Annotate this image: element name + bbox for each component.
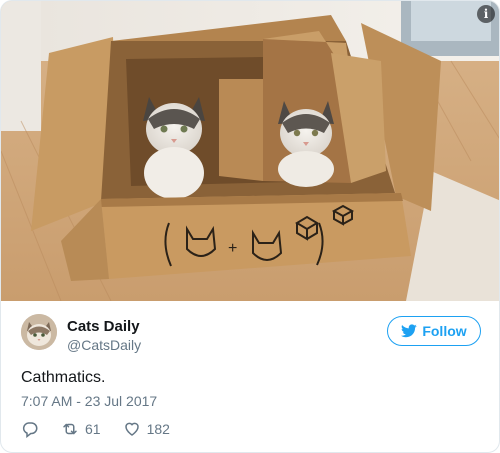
doodle-plus: +	[228, 240, 237, 257]
follow-label: Follow	[422, 323, 467, 339]
info-icon[interactable]: i	[477, 5, 495, 23]
reply-icon	[22, 422, 38, 438]
tweet-text: Cathmatics.	[21, 369, 106, 386]
tweet-timestamp[interactable]: 7:07 AM - 23 Jul 2017	[21, 392, 157, 410]
cats-in-box-photo: +	[1, 1, 499, 301]
retweet-count: 61	[85, 421, 101, 437]
right-cat	[278, 101, 334, 187]
tweet-actions: 61 182	[21, 419, 192, 439]
tweet-photo[interactable]: + i	[1, 1, 499, 301]
retweet-icon	[63, 423, 77, 435]
author-handle[interactable]: @CatsDaily	[67, 336, 141, 354]
twitter-bird-icon	[401, 324, 418, 338]
tweet-header: Cats Daily @CatsDaily Follow	[21, 314, 481, 354]
cat-avatar-image	[21, 314, 57, 350]
heart-icon	[124, 422, 139, 436]
follow-button[interactable]: Follow	[387, 316, 481, 346]
like-count: 182	[146, 421, 170, 437]
author-display-name[interactable]: Cats Daily	[67, 317, 141, 336]
retweet-button[interactable]: 61	[61, 420, 101, 438]
avatar[interactable]	[21, 314, 57, 350]
reply-button[interactable]	[21, 420, 39, 438]
author-names: Cats Daily @CatsDaily	[67, 317, 141, 354]
like-button[interactable]: 182	[123, 420, 170, 438]
embedded-tweet-card: + i Cats Daily @CatsDaily Follow Cathmat…	[0, 0, 500, 453]
